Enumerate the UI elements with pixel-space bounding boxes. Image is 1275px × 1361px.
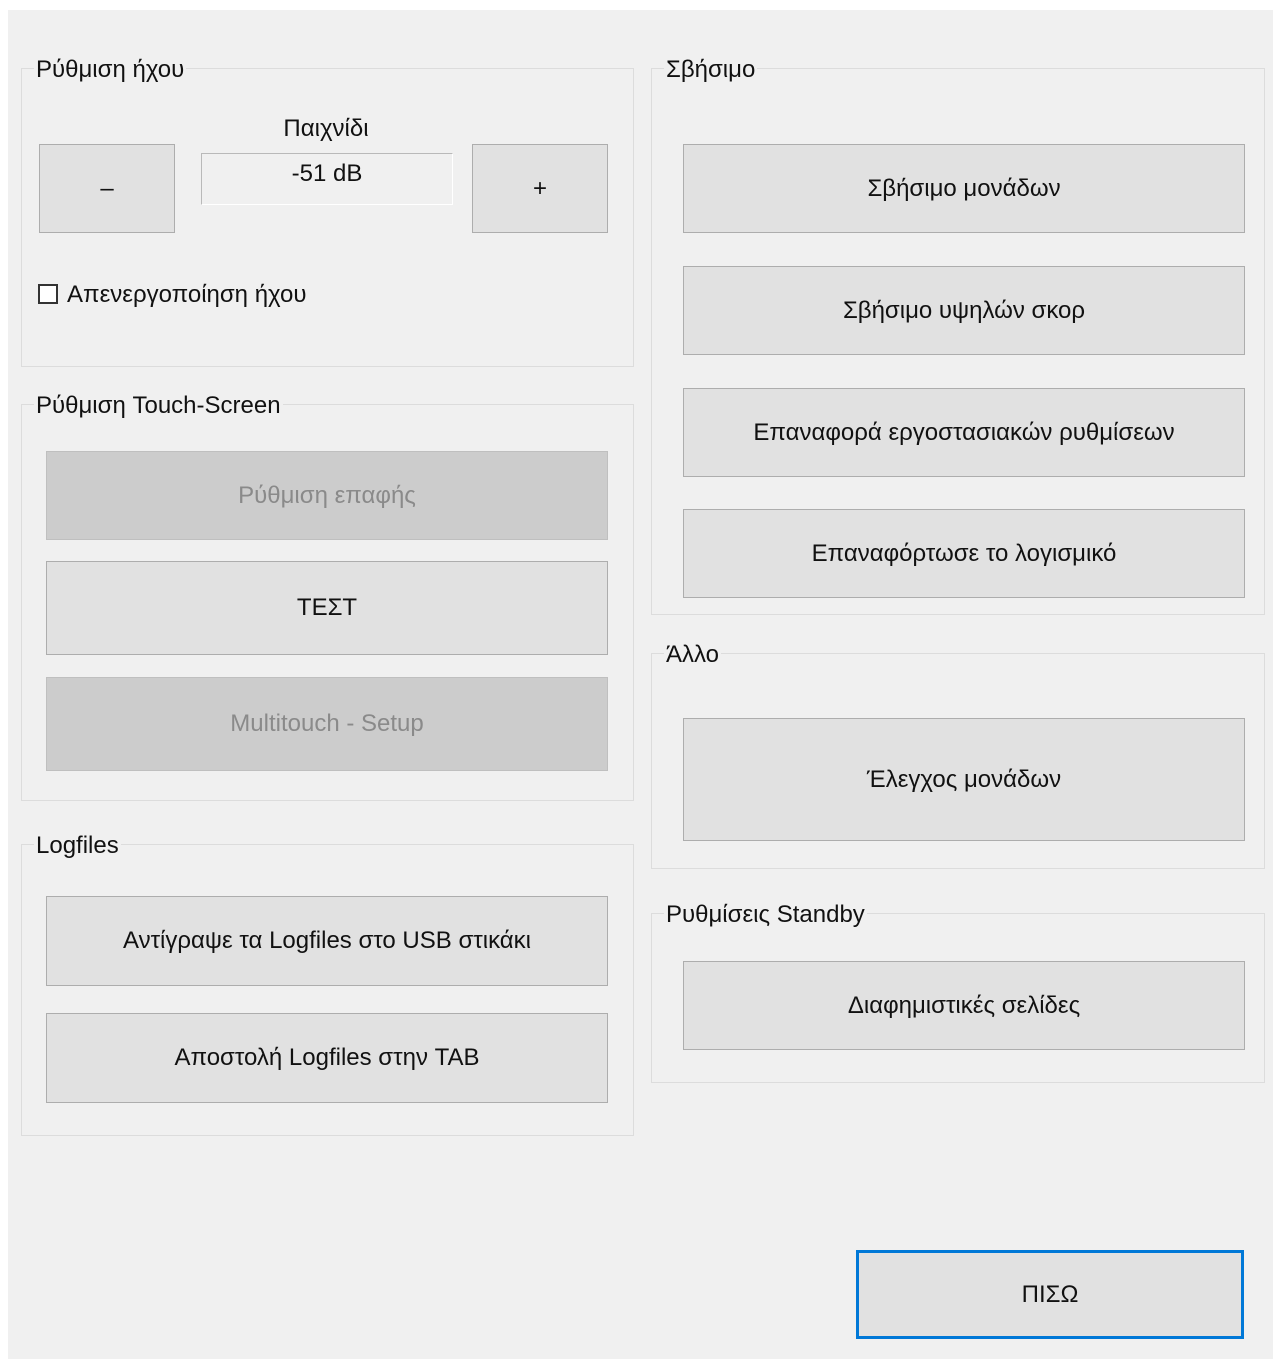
mute-checkbox[interactable] [38,284,58,304]
touch-calibrate-button[interactable]: Ρύθμιση επαφής [46,451,608,540]
reload-software-button[interactable]: Επαναφόρτωσε το λογισμικό [683,509,1245,598]
volume-up-button[interactable]: + [472,144,608,233]
copy-logfiles-usb-button[interactable]: Αντίγραψε τα Logfiles στο USB στικάκι [46,896,608,986]
multitouch-setup-button[interactable]: Multitouch - Setup [46,677,608,771]
volume-down-button[interactable]: – [39,144,175,233]
erase-highscores-button[interactable]: Σβήσιμο υψηλών σκορ [683,266,1245,355]
erase-credits-button[interactable]: Σβήσιμο μονάδων [683,144,1245,233]
settings-window: Ρύθμιση ήχου Παιχνίδι – -51 dB + Απενεργ… [8,10,1273,1359]
standby-group-legend: Ρυθμίσεις Standby [664,901,867,929]
logfiles-group-legend: Logfiles [34,832,121,860]
check-credits-button[interactable]: Έλεγχος μονάδων [683,718,1245,841]
erase-group-legend: Σβήσιμο [664,56,758,84]
ad-pages-button[interactable]: Διαφημιστικές σελίδες [683,961,1245,1050]
send-logfiles-tab-button[interactable]: Αποστολή Logfiles στην TAB [46,1013,608,1103]
factory-reset-button[interactable]: Επαναφορά εργοστασιακών ρυθμίσεων [683,388,1245,477]
volume-value-display: -51 dB [201,153,453,205]
sound-group-legend: Ρύθμιση ήχου [34,56,187,84]
back-button[interactable]: ΠΙΣΩ [856,1250,1244,1339]
touch-group-legend: Ρύθμιση Touch-Screen [34,392,283,420]
touch-test-button[interactable]: ΤΕΣΤ [46,561,608,655]
game-volume-label: Παιχνίδι [283,115,369,142]
other-group-legend: Άλλο [664,641,722,669]
mute-label[interactable]: Απενεργοποίηση ήχου [67,281,306,309]
